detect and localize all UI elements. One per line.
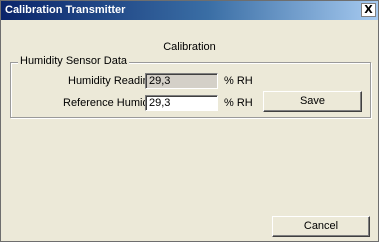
- humidity-reading-label: Humidity Reading: [68, 75, 155, 87]
- humidity-sensor-groupbox: Humidity Sensor Data Humidity Reading 29…: [10, 55, 371, 118]
- groupbox-label: Humidity Sensor Data: [18, 55, 129, 67]
- title-bar[interactable]: Calibration Transmitter X: [1, 1, 378, 20]
- reference-humidity-input[interactable]: 29,3: [145, 95, 218, 111]
- humidity-reading-field: 29,3: [145, 73, 218, 89]
- page-heading: Calibration: [163, 41, 216, 53]
- humidity-reading-unit: % RH: [224, 75, 253, 87]
- save-button[interactable]: Save: [263, 91, 362, 112]
- reference-humidity-unit: % RH: [224, 97, 253, 109]
- window-title: Calibration Transmitter: [5, 4, 126, 16]
- cancel-button[interactable]: Cancel: [272, 216, 370, 237]
- close-icon[interactable]: X: [361, 3, 376, 17]
- calibration-window: Calibration Transmitter X Calibration Hu…: [0, 0, 379, 242]
